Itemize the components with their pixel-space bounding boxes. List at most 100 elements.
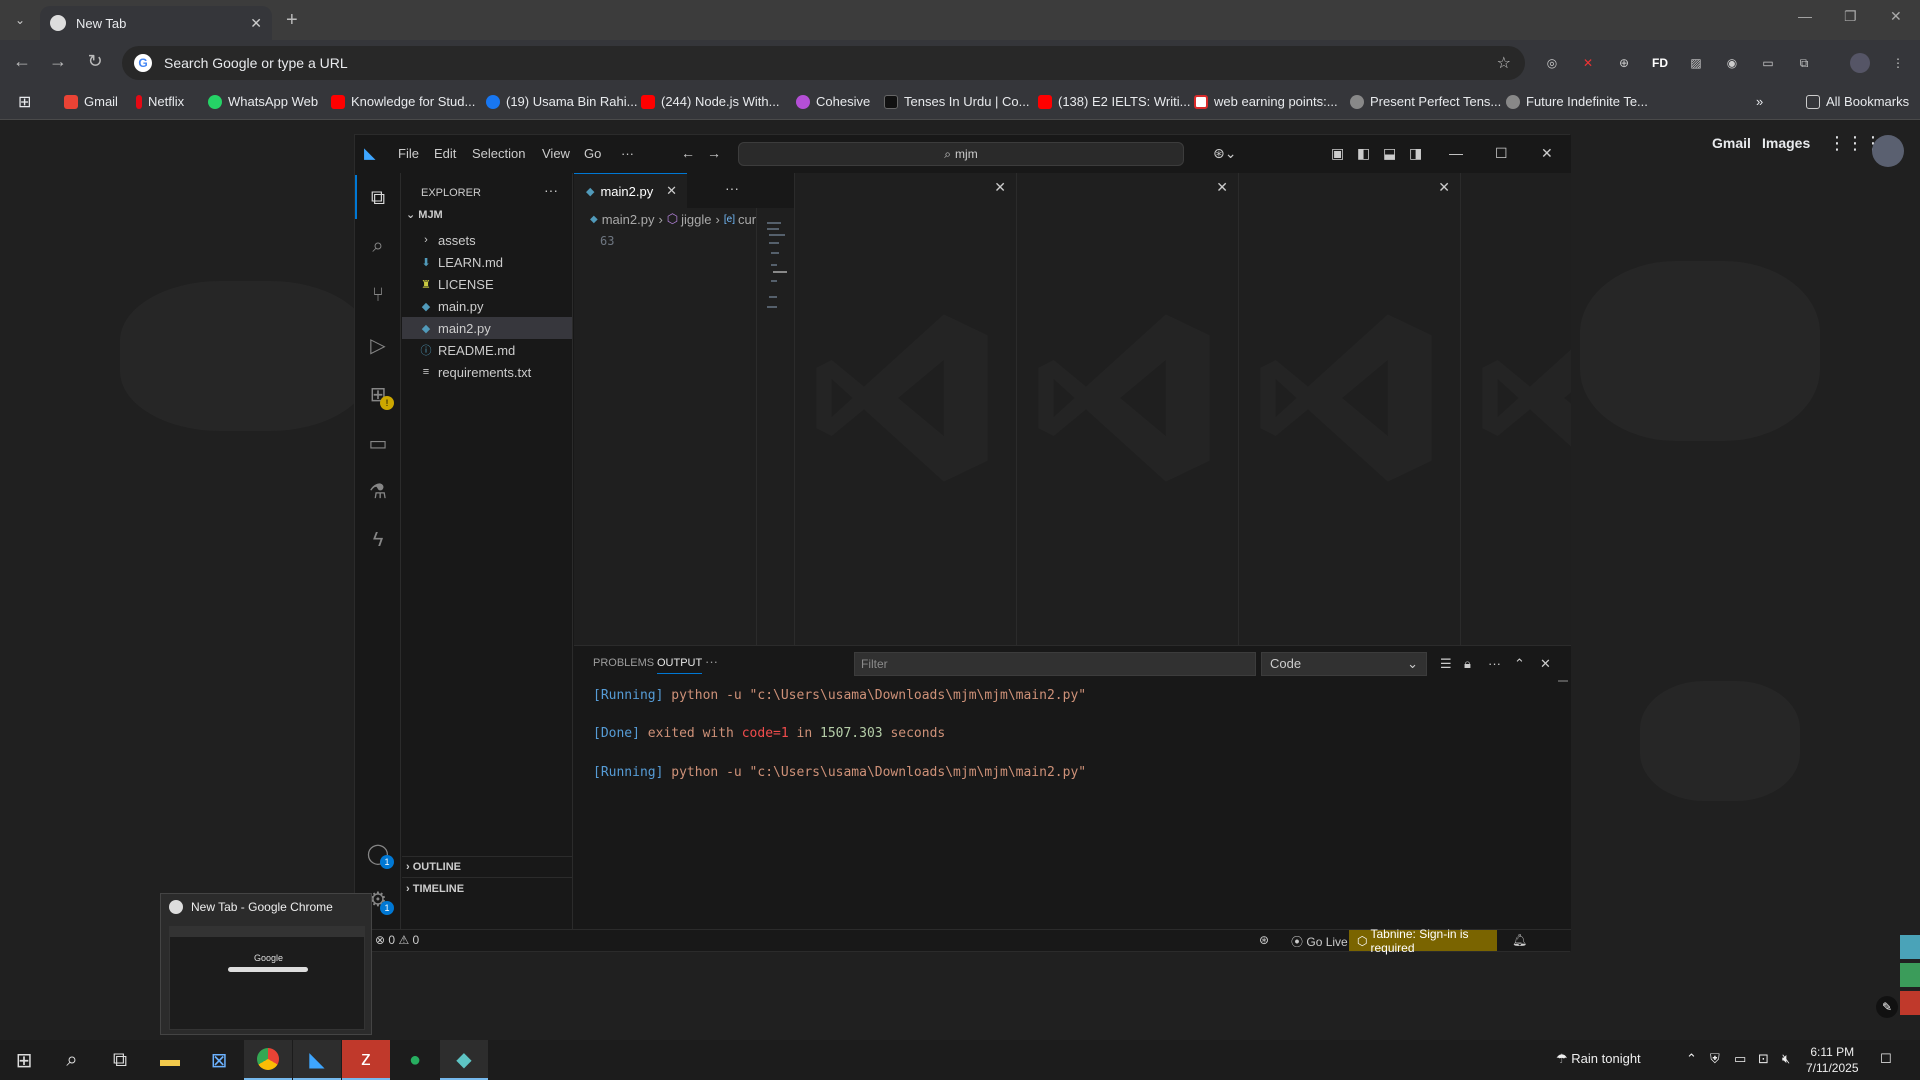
- file-tree-item[interactable]: ⓘ README.md: [402, 339, 572, 361]
- search-icon[interactable]: ⌕: [48, 1040, 96, 1080]
- panel-tab-problems[interactable]: PROBLEMS: [593, 657, 654, 669]
- store-icon[interactable]: ⊠: [195, 1040, 243, 1080]
- new-tab-plus-icon[interactable]: +: [286, 9, 298, 32]
- lock-scroll-icon[interactable]: 🔒︎: [1464, 656, 1471, 672]
- copilot-status-icon[interactable]: ⊛: [1259, 933, 1269, 947]
- clear-output-icon[interactable]: ☰: [1440, 656, 1452, 672]
- menu-go[interactable]: Go: [584, 146, 601, 161]
- file-explorer-icon[interactable]: ▬: [146, 1040, 194, 1080]
- scrollbar[interactable]: [1558, 680, 1568, 682]
- app-diamond-icon[interactable]: ◆: [440, 1040, 488, 1080]
- bookmark-web-earning[interactable]: web earning points:...: [1194, 94, 1338, 109]
- bookmark-tenses-urdu[interactable]: Tenses In Urdu | Co...: [884, 94, 1030, 109]
- notifications-icon[interactable]: ☐: [1880, 1051, 1892, 1067]
- zoom-app-icon[interactable]: z: [342, 1040, 390, 1080]
- output-filter-input[interactable]: Filter: [854, 652, 1256, 676]
- tabnine-status[interactable]: ⬡ Tabnine: Sign-in is required: [1349, 927, 1497, 955]
- explorer-files-icon[interactable]: ⧉: [366, 186, 390, 210]
- group-close-icon[interactable]: ✕: [1216, 179, 1228, 196]
- extension-x-icon[interactable]: ✕: [1578, 53, 1598, 73]
- reload-icon[interactable]: ↻: [83, 51, 107, 72]
- close-panel-icon[interactable]: ✕: [1540, 656, 1551, 672]
- network-icon[interactable]: ⊡: [1758, 1051, 1769, 1067]
- accounts-icon[interactable]: ◯ 1: [366, 841, 394, 869]
- more-bookmarks-chevron-icon[interactable]: »: [1756, 94, 1763, 109]
- tab-close-icon[interactable]: ✕: [250, 15, 262, 32]
- problems-status[interactable]: ⊗ 0 ⚠ 0: [375, 933, 419, 947]
- minimap[interactable]: [756, 208, 790, 645]
- run-debug-icon[interactable]: ▷: [366, 333, 390, 357]
- menu-selection[interactable]: Selection: [472, 146, 525, 161]
- breadcrumb-member[interactable]: curre: [738, 212, 756, 227]
- extension-fd-icon[interactable]: FD: [1650, 53, 1670, 73]
- gmail-link[interactable]: Gmail: [1712, 135, 1751, 151]
- minimize-icon[interactable]: —: [1798, 8, 1812, 24]
- bookmark-whatsapp[interactable]: WhatsApp Web: [208, 94, 318, 109]
- extension-globe-icon[interactable]: ⊕: [1614, 53, 1634, 73]
- bookmark-facebook[interactable]: (19) Usama Bin Rahi...: [486, 94, 638, 109]
- bookmark-netflix[interactable]: Netflix: [136, 94, 184, 109]
- testing-flask-icon[interactable]: ⚗: [366, 479, 390, 503]
- file-tree-item[interactable]: ◆ main2.py: [402, 317, 572, 339]
- panel-tab-output[interactable]: OUTPUT: [657, 657, 703, 674]
- folder-root[interactable]: ⌄ MJM: [406, 208, 443, 221]
- file-tree-item[interactable]: ◆ main.py: [402, 295, 572, 317]
- explorer-more-icon[interactable]: ···: [544, 182, 558, 198]
- tab-new-tab[interactable]: New Tab ✕: [40, 6, 272, 40]
- vscode-taskbar-icon[interactable]: ◣: [293, 1040, 341, 1080]
- group-close-icon[interactable]: ✕: [1438, 179, 1450, 196]
- bookmark-ielts[interactable]: (138) E2 IELTS: Writi...: [1038, 94, 1190, 109]
- customize-layout-icon[interactable]: ▣: [1331, 145, 1344, 162]
- chrome-taskbar-icon[interactable]: [244, 1040, 292, 1080]
- side-tab-green[interactable]: [1900, 963, 1920, 987]
- file-tree-item[interactable]: ⬇ LEARN.md: [402, 251, 572, 273]
- search-icon[interactable]: ⌕: [366, 234, 390, 258]
- source-control-icon[interactable]: ⑂: [366, 283, 390, 307]
- tab-close-icon[interactable]: ✕: [666, 183, 677, 199]
- bookmark-youtube-nodejs[interactable]: (244) Node.js With...: [641, 94, 780, 109]
- breadcrumb-file[interactable]: main2.py: [602, 212, 655, 227]
- bookmark-youtube-knowledge[interactable]: Knowledge for Stud...: [331, 94, 475, 109]
- panel-more-icon[interactable]: ···: [705, 654, 718, 669]
- window-close-icon[interactable]: ✕: [1890, 8, 1902, 25]
- toggle-secondary-sidebar-icon[interactable]: ◨: [1409, 145, 1422, 162]
- profile-avatar[interactable]: [1850, 53, 1870, 73]
- toggle-panel-icon[interactable]: ⬓: [1383, 145, 1396, 162]
- minimize-icon[interactable]: —: [1449, 145, 1463, 161]
- edit-pencil-icon[interactable]: ✎: [1876, 996, 1898, 1018]
- extensions-puzzle-icon[interactable]: ⧉: [1794, 53, 1814, 73]
- forward-arrow-icon[interactable]: →: [46, 51, 70, 72]
- menu-file[interactable]: File: [398, 146, 419, 161]
- volume-mute-icon[interactable]: 🔇︎: [1782, 1051, 1790, 1067]
- output-channel-select[interactable]: Code ⌄: [1261, 652, 1427, 676]
- extension-circle-icon[interactable]: ◉: [1722, 53, 1742, 73]
- close-icon[interactable]: ✕: [1541, 145, 1553, 162]
- bookmark-cohesive[interactable]: Cohesive: [796, 94, 870, 109]
- taskbar-window-preview[interactable]: New Tab - Google Chrome Google: [160, 893, 372, 1035]
- weather-widget[interactable]: ☂ Rain tonight: [1556, 1051, 1641, 1067]
- editor-actions-more-icon[interactable]: ···: [725, 180, 739, 196]
- maximize-icon[interactable]: ☐: [1495, 145, 1508, 162]
- extensions-icon[interactable]: ⊞!: [366, 382, 394, 410]
- menu-edit[interactable]: Edit: [434, 146, 456, 161]
- bookmark-future-indefinite[interactable]: Future Indefinite Te...: [1506, 94, 1648, 109]
- bookmark-star-icon[interactable]: ☆: [1497, 53, 1511, 73]
- command-center[interactable]: ⌕ mjm: [738, 142, 1184, 166]
- breadcrumb-symbol[interactable]: jiggle: [681, 212, 711, 227]
- extension-cast-icon[interactable]: ▭: [1758, 53, 1778, 73]
- clock[interactable]: 6:11 PM 7/11/2025: [1806, 1044, 1859, 1076]
- extension-image-icon[interactable]: ▨: [1686, 53, 1706, 73]
- menu-view[interactable]: View: [542, 146, 570, 161]
- images-link[interactable]: Images: [1762, 135, 1810, 151]
- show-hidden-icons-chevron-icon[interactable]: ⌃: [1686, 1051, 1697, 1067]
- copilot-icon[interactable]: ⊛⌄: [1213, 145, 1236, 162]
- file-tree-item[interactable]: ♜ LICENSE: [402, 273, 572, 295]
- apps-grid-icon[interactable]: ⊞: [18, 92, 31, 112]
- back-arrow-icon[interactable]: ←: [10, 51, 34, 72]
- maximize-panel-chevron-up-icon[interactable]: ⌃: [1514, 656, 1525, 672]
- nav-back-icon[interactable]: ←: [681, 145, 695, 161]
- extension-glasses-icon[interactable]: ◎: [1542, 53, 1562, 73]
- group-close-icon[interactable]: ✕: [994, 179, 1006, 196]
- nav-forward-icon[interactable]: →: [707, 145, 721, 161]
- windows-start-icon[interactable]: ⊞: [0, 1040, 48, 1080]
